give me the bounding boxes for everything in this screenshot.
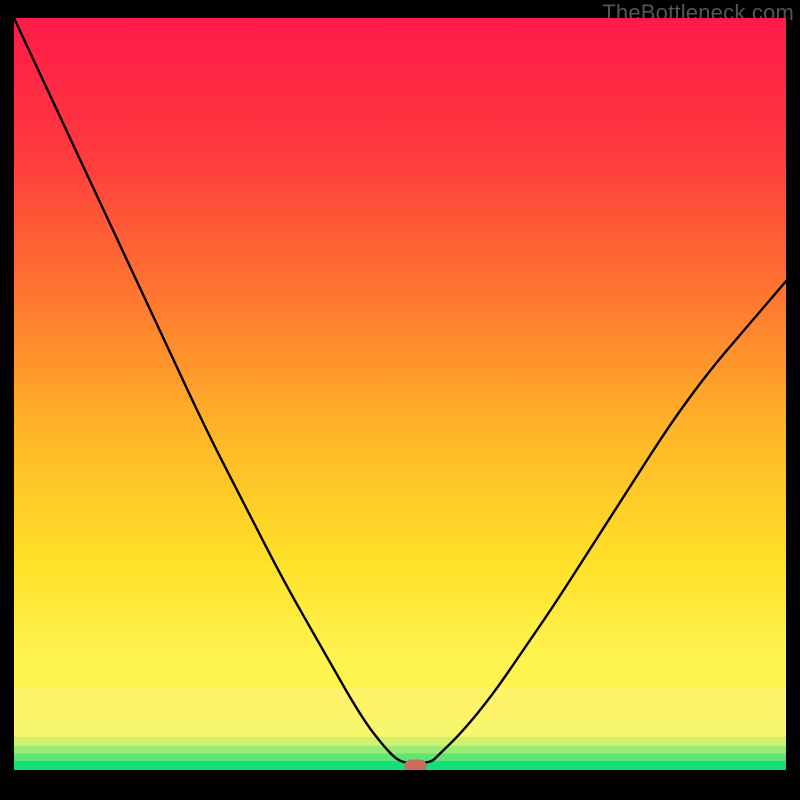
gradient-background [14, 18, 786, 770]
optimal-marker [404, 759, 426, 770]
chart-frame: TheBottleneck.com [0, 0, 800, 800]
plot-area [14, 18, 786, 770]
bottleneck-plot [14, 18, 786, 770]
bottom-bands [14, 687, 786, 770]
